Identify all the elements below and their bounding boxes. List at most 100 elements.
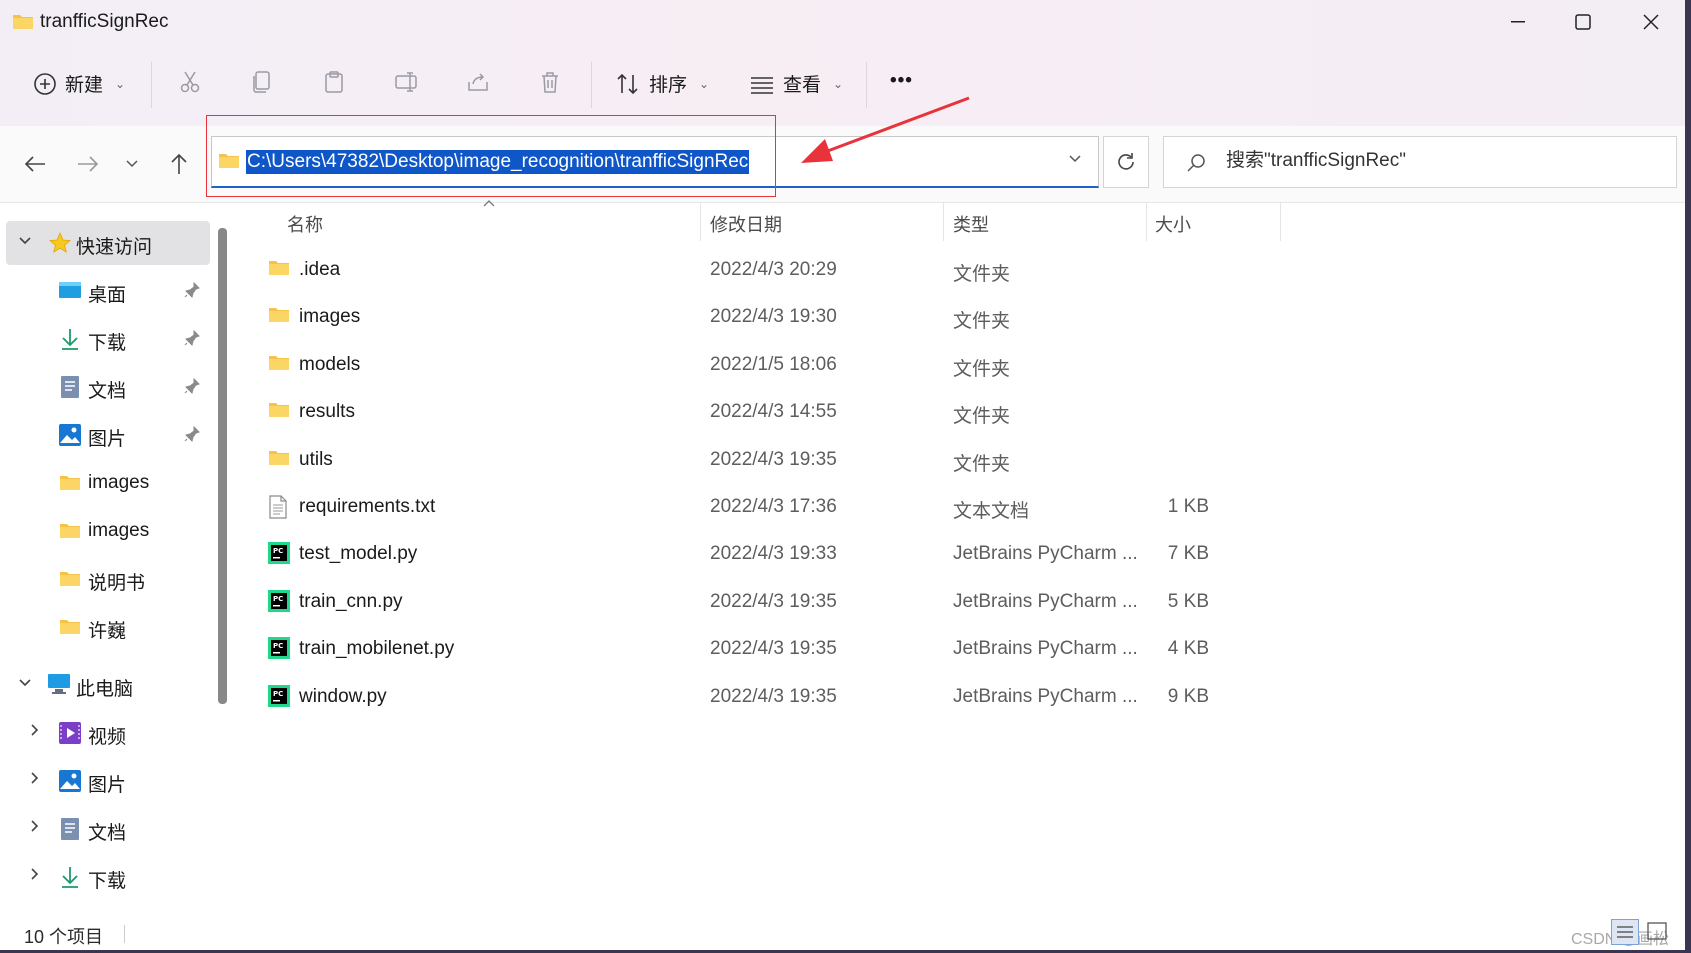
address-path-text[interactable]: C:\Users\47382\Desktop\image_recognition… xyxy=(246,150,750,174)
pin-icon[interactable] xyxy=(184,425,200,448)
rename-button[interactable] xyxy=(394,70,420,94)
file-row[interactable]: .idea 2022/4/3 20:29 文件夹 xyxy=(236,247,1246,294)
file-row[interactable]: images 2022/4/3 19:30 文件夹 xyxy=(236,294,1246,341)
file-row[interactable]: PC test_model.py 2022/4/3 19:33 JetBrains P… xyxy=(236,531,1246,578)
file-date-modified: 2022/1/5 18:06 xyxy=(710,353,837,375)
share-button[interactable] xyxy=(466,70,490,94)
file-date-modified: 2022/4/3 19:35 xyxy=(710,638,837,660)
column-divider[interactable] xyxy=(700,203,701,241)
minimize-icon xyxy=(1511,21,1525,23)
chevron-right-icon[interactable] xyxy=(30,819,40,836)
file-size: 7 KB xyxy=(1167,543,1209,565)
file-row[interactable]: models 2022/1/5 18:06 文件夹 xyxy=(236,342,1246,389)
folder-icon xyxy=(268,353,290,376)
sidebar-item-pc-pictures[interactable]: 图片 xyxy=(0,759,210,803)
svg-text:PC: PC xyxy=(273,642,283,650)
file-row[interactable]: PC train_cnn.py 2022/4/3 19:35 JetBrains Py… xyxy=(236,579,1246,626)
cut-button[interactable] xyxy=(178,70,202,94)
recent-locations-button[interactable] xyxy=(116,148,148,180)
pycharm-file-icon: PC xyxy=(268,637,290,664)
file-type: 文件夹 xyxy=(953,311,1011,333)
folder-icon xyxy=(59,617,81,641)
file-name: models xyxy=(299,353,361,375)
folder-icon xyxy=(59,569,81,593)
details-view-icon xyxy=(1617,926,1633,938)
pycharm-file-icon: PC xyxy=(268,684,290,712)
minimize-button[interactable] xyxy=(1483,0,1553,44)
sort-button[interactable]: 排序 ⌄ xyxy=(615,70,709,97)
sidebar-item-xuwei[interactable]: 许巍 xyxy=(0,605,210,649)
more-options-button[interactable]: ••• xyxy=(890,70,913,92)
sidebar-item-this-pc[interactable]: 此电脑 xyxy=(0,663,210,707)
picture-icon xyxy=(58,769,82,799)
chevron-right-icon[interactable] xyxy=(30,771,40,788)
file-row[interactable]: requirements.txt 2022/4/3 17:36 文本文档 1 KB xyxy=(236,484,1246,531)
tiles-view-button[interactable] xyxy=(1644,919,1672,945)
file-name: window.py xyxy=(299,685,387,707)
chevron-down-icon xyxy=(126,160,138,168)
pin-icon[interactable] xyxy=(184,377,200,400)
sidebar-item-images[interactable]: images xyxy=(0,509,210,553)
picture-icon xyxy=(58,423,82,453)
sidebar-item-manual[interactable]: 说明书 xyxy=(0,557,210,601)
sidebar-item-downloads[interactable]: 下载 xyxy=(0,317,210,361)
delete-button[interactable] xyxy=(538,70,562,94)
arrow-left-icon xyxy=(24,156,45,172)
paste-button[interactable] xyxy=(322,70,346,94)
sidebar-item-label: 图片 xyxy=(88,429,127,450)
column-header-type[interactable]: 类型 xyxy=(953,203,1133,245)
search-box[interactable] xyxy=(1163,136,1677,188)
sidebar-item-desktop[interactable]: 桌面 xyxy=(0,269,210,313)
copy-button[interactable] xyxy=(250,70,274,94)
chevron-right-icon[interactable] xyxy=(30,723,40,740)
file-type: 文件夹 xyxy=(953,406,1011,428)
sidebar-item-quick-access[interactable]: 快速访问 xyxy=(6,221,210,265)
tiles-view-icon xyxy=(1647,922,1667,940)
file-row[interactable]: PC train_mobilenet.py 2022/4/3 19:35 JetBra… xyxy=(236,626,1246,673)
refresh-button[interactable] xyxy=(1103,136,1149,188)
chevron-down-icon[interactable] xyxy=(18,675,32,691)
file-type: JetBrains PyCharm ... xyxy=(953,590,1138,612)
file-row[interactable]: utils 2022/4/3 19:35 文件夹 xyxy=(236,437,1246,484)
pin-icon[interactable] xyxy=(184,329,200,352)
new-button[interactable]: 新建 ⌄ xyxy=(33,70,125,97)
maximize-button[interactable] xyxy=(1548,0,1618,44)
file-row[interactable]: PC window.py 2022/4/3 19:35 JetBrains PyCha… xyxy=(236,674,1246,721)
desktop-icon xyxy=(58,280,82,306)
refresh-icon xyxy=(1118,153,1134,170)
pin-icon[interactable] xyxy=(184,281,200,304)
chevron-down-icon[interactable] xyxy=(18,233,32,249)
search-input[interactable] xyxy=(1224,149,1648,173)
file-name: .idea xyxy=(299,259,341,280)
view-button[interactable]: 查看 ⌄ xyxy=(749,70,843,97)
column-divider[interactable] xyxy=(943,203,944,241)
forward-button[interactable] xyxy=(72,148,104,180)
column-header-date[interactable]: 修改日期 xyxy=(710,203,930,245)
sidebar-item-images[interactable]: images xyxy=(0,461,210,505)
up-button[interactable] xyxy=(163,148,195,180)
svg-text:PC: PC xyxy=(273,547,283,555)
column-header-size[interactable]: 大小 xyxy=(1155,203,1255,245)
details-view-button[interactable] xyxy=(1611,919,1639,945)
sidebar-item-pictures[interactable]: 图片 xyxy=(0,413,210,457)
plus-circle-icon xyxy=(34,72,56,95)
file-date-modified: 2022/4/3 20:29 xyxy=(710,259,837,280)
sidebar-item-pc-downloads[interactable]: 下载 xyxy=(0,855,210,899)
chevron-right-icon[interactable] xyxy=(30,867,40,884)
sort-label: 排序 xyxy=(649,75,688,96)
back-button[interactable] xyxy=(19,148,51,180)
file-type: JetBrains PyCharm ... xyxy=(953,543,1138,565)
file-row[interactable]: results 2022/4/3 14:55 文件夹 xyxy=(236,389,1246,436)
navigation-pane-scrollbar[interactable] xyxy=(218,228,227,704)
address-dropdown-icon[interactable] xyxy=(1068,151,1082,167)
sidebar-item-pc-documents[interactable]: 文档 xyxy=(0,807,210,851)
column-divider[interactable] xyxy=(1146,203,1147,241)
file-name: utils xyxy=(299,448,333,470)
close-button[interactable] xyxy=(1616,0,1685,44)
column-divider[interactable] xyxy=(1280,203,1281,241)
document-icon xyxy=(60,375,80,405)
sidebar-item-documents[interactable]: 文档 xyxy=(0,365,210,409)
pycharm-file-icon: PC xyxy=(268,542,290,569)
column-header-name[interactable]: 名称 xyxy=(287,203,677,245)
sidebar-item-videos[interactable]: 视频 xyxy=(0,711,210,755)
